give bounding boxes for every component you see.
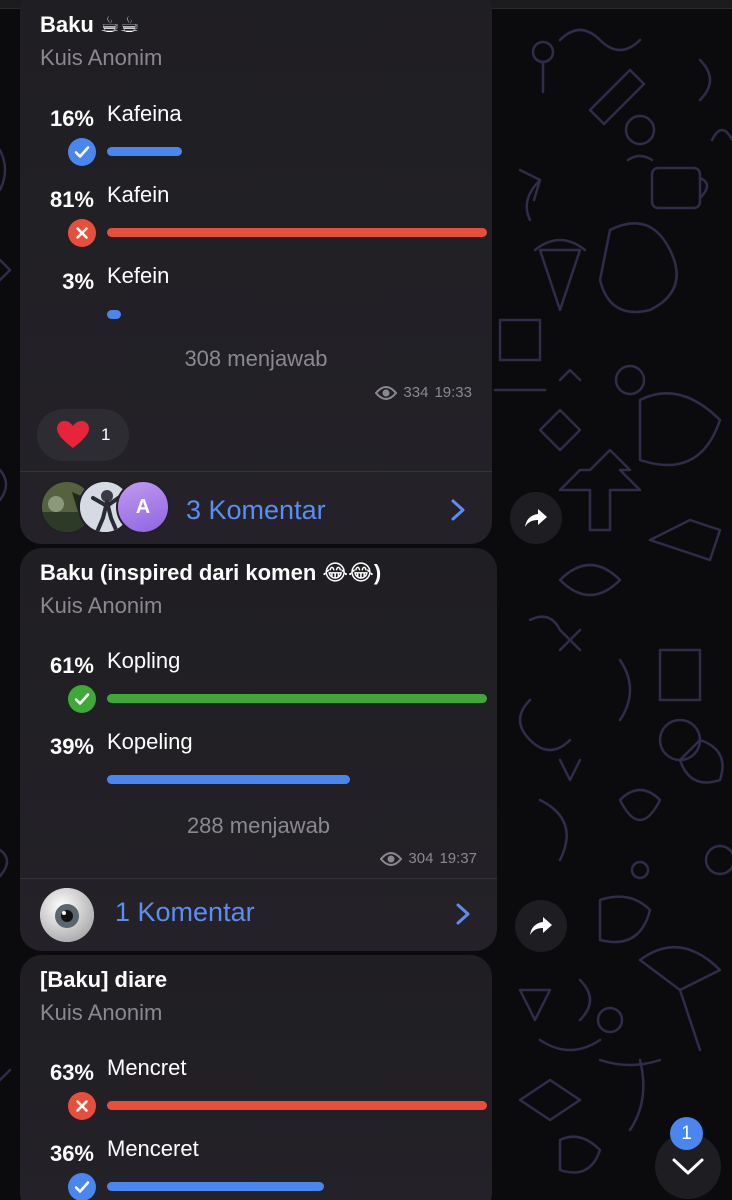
poll-message-3: [Baku] diare Kuis Anonim 63% Mencret 36%…	[20, 955, 492, 1200]
option-percent: 39%	[49, 734, 94, 759]
chevron-right-icon	[456, 903, 470, 925]
message-time: 19:37	[439, 850, 477, 867]
poll-message-2: Baku (inspired dari komen 😂😂) Kuis Anoni…	[20, 548, 497, 951]
forward-button[interactable]	[515, 900, 567, 952]
option-percent: 63%	[49, 1060, 94, 1085]
reaction-count: 1	[101, 425, 111, 444]
view-count: 334	[403, 384, 429, 401]
share-arrow-icon	[530, 917, 552, 935]
comments-row[interactable]: 1 Komentar	[20, 879, 497, 951]
close-icon	[68, 219, 96, 247]
chevron-right-icon	[451, 499, 465, 521]
chevron-down-icon	[672, 1158, 704, 1175]
poll-type-label: Kuis Anonim	[40, 1000, 163, 1025]
poll-title: Baku (inspired dari komen 😂😂)	[40, 560, 382, 585]
share-arrow-icon	[525, 509, 547, 527]
option-result-bar	[107, 694, 487, 703]
answers-count: 288 menjawab	[186, 813, 331, 838]
option-percent: 81%	[49, 187, 94, 212]
reaction-chip[interactable]: 1	[37, 409, 129, 461]
poll-message-1: Baku ☕☕ Kuis Anonim 16% Kafeina 81% Kafe…	[20, 0, 492, 544]
poll-type-label: Kuis Anonim	[40, 593, 163, 618]
option-label: Kopling	[107, 648, 181, 673]
comments-row[interactable]: A 3 Komentar	[20, 472, 492, 544]
option-label: Menceret	[107, 1136, 199, 1161]
poll-type-label: Kuis Anonim	[40, 45, 163, 70]
option-result-bar	[107, 1182, 324, 1191]
commenter-avatar	[40, 888, 94, 942]
close-icon	[68, 1092, 96, 1120]
comments-link[interactable]: 1 Komentar	[115, 897, 255, 928]
commenter-avatar: A	[116, 480, 170, 534]
view-count: 304	[408, 850, 434, 867]
option-percent: 3%	[62, 269, 94, 294]
option-percent: 16%	[49, 106, 94, 131]
heart-icon	[57, 421, 89, 448]
option-result-bar	[107, 1101, 487, 1110]
message-time: 19:33	[434, 384, 472, 401]
option-result-bar	[107, 147, 182, 156]
check-icon	[68, 1173, 96, 1200]
comments-link[interactable]: 3 Komentar	[186, 495, 326, 526]
poll-title: Baku ☕☕	[40, 12, 140, 37]
poll-title: [Baku] diare	[40, 967, 168, 992]
option-result-bar	[107, 310, 121, 319]
avatar-letter: A	[135, 495, 151, 518]
answers-count: 308 menjawab	[184, 346, 328, 371]
option-label: Kafeina	[107, 101, 182, 126]
option-label: Kopeling	[107, 729, 193, 754]
option-result-bar	[107, 228, 487, 237]
check-icon	[68, 138, 96, 166]
forward-button[interactable]	[510, 492, 562, 544]
eye-icon	[375, 385, 398, 400]
message-meta: 334 19:33	[375, 384, 472, 401]
option-result-bar	[107, 775, 350, 784]
option-label: Kafein	[107, 182, 170, 207]
unread-count-badge: 1	[670, 1117, 703, 1150]
option-label: Kefein	[107, 263, 170, 288]
check-icon	[68, 685, 96, 713]
option-percent: 36%	[49, 1141, 94, 1166]
option-percent: 61%	[49, 653, 94, 678]
eye-icon	[380, 851, 403, 866]
option-label: Mencret	[107, 1055, 187, 1080]
message-meta: 304 19:37	[380, 850, 477, 867]
